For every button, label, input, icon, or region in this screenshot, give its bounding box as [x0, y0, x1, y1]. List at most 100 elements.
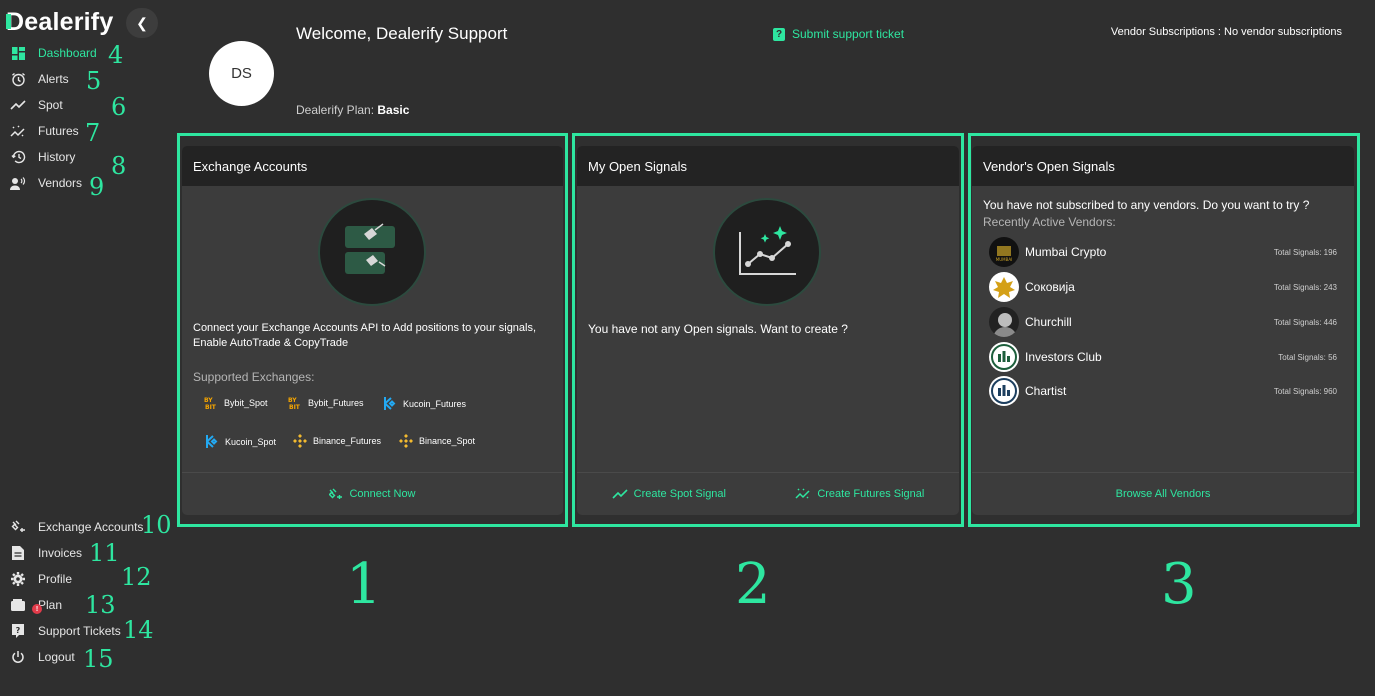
- bybit-icon: BY BIT: [288, 396, 302, 410]
- submit-ticket-label: Submit support ticket: [792, 27, 905, 41]
- wallet-icon: [10, 597, 26, 613]
- trending-up-icon: [612, 488, 628, 499]
- annotation-number: 7: [85, 119, 101, 147]
- futures-chart-icon: [10, 123, 26, 139]
- card-title: Vendor's Open Signals: [972, 146, 1354, 186]
- vendor-signal-count: Total Signals: 56: [1278, 352, 1337, 362]
- help-ticket-icon: ?: [10, 623, 26, 639]
- vendor-signal-count: Total Signals: 196: [1273, 247, 1337, 257]
- bybit-icon: BY BIT: [204, 396, 218, 410]
- svg-text:BIT: BIT: [289, 404, 301, 410]
- connect-now-button[interactable]: Connect Now: [182, 472, 563, 515]
- svg-text:MUMBAI: MUMBAI: [996, 257, 1013, 262]
- sidebar-item-label: Exchange Accounts: [38, 520, 144, 534]
- vendor-row[interactable]: Соковија Total Signals: 243: [989, 272, 1337, 302]
- submit-ticket-link[interactable]: ? Submit support ticket: [773, 27, 904, 41]
- gear-icon: [10, 571, 26, 587]
- chevron-left-icon: ❮: [136, 14, 148, 31]
- futures-chart-icon: [795, 488, 810, 499]
- logo-text: ealerify: [24, 8, 114, 36]
- annotation-number: 2: [735, 552, 771, 617]
- sidebar-item-exchange-accounts[interactable]: Exchange Accounts: [10, 517, 143, 537]
- annotation-number: 10: [141, 511, 172, 539]
- browse-all-vendors-button[interactable]: Browse All Vendors: [972, 472, 1354, 515]
- sidebar-item-history[interactable]: History: [10, 147, 75, 167]
- plan-value: Basic: [377, 103, 410, 117]
- sidebar-item-spot[interactable]: Spot: [10, 95, 63, 115]
- sidebar-item-plan[interactable]: ! Plan: [10, 595, 62, 615]
- vendor-name: Соковија: [1025, 280, 1075, 294]
- exchange-kucoin-spot: Kucoin_Spot: [204, 434, 276, 449]
- plug-illustration: [318, 198, 426, 306]
- browse-all-vendors-label: Browse All Vendors: [1115, 488, 1211, 500]
- vendor-name: Mumbai Crypto: [1025, 245, 1107, 259]
- create-spot-signal-button[interactable]: Create Spot Signal: [612, 488, 726, 500]
- sidebar-item-vendors[interactable]: Vendors: [10, 173, 82, 193]
- vendor-row[interactable]: Chartist Total Signals: 960: [989, 376, 1337, 406]
- plan-info: Dealerify Plan: Basic: [296, 103, 409, 117]
- sidebar-item-label: Futures: [38, 124, 79, 138]
- vendor-avatar: [989, 307, 1019, 337]
- annotation-number: 3: [1161, 552, 1197, 617]
- vendor-row[interactable]: Investors Club Total Signals: 56: [989, 342, 1337, 372]
- vendor-signal-count: Total Signals: 446: [1273, 317, 1337, 327]
- vendor-row[interactable]: MUMBAI Mumbai Crypto Total Signals: 196: [989, 237, 1337, 267]
- exchange-name: Bybit_Futures: [308, 398, 364, 408]
- vendor-row[interactable]: Churchill Total Signals: 446: [989, 307, 1337, 337]
- sidebar-item-label: Profile: [38, 572, 73, 586]
- vendor-name: Churchill: [1025, 315, 1072, 329]
- sidebar-item-dashboard[interactable]: Dashboard: [10, 43, 97, 63]
- vendor-signal-count: Total Signals: 243: [1273, 282, 1337, 292]
- annotation-number: 15: [83, 645, 114, 673]
- exchange-binance-futures: Binance_Futures: [293, 434, 381, 448]
- kucoin-icon: [204, 434, 219, 449]
- sidebar-item-futures[interactable]: Futures: [10, 121, 79, 141]
- sidebar-item-invoices[interactable]: Invoices: [10, 543, 82, 563]
- sidebar-item-profile[interactable]: Profile: [10, 569, 72, 589]
- card-title: Exchange Accounts: [182, 146, 563, 186]
- sidebar-item-label: History: [38, 150, 76, 164]
- vendor-subscriptions-status: Vendor Subscriptions : No vendor subscri…: [1110, 26, 1342, 38]
- annotation-number: 11: [89, 539, 120, 567]
- vendor-avatar: [989, 342, 1019, 372]
- connect-now-label: Connect Now: [349, 488, 416, 500]
- exchange-name: Binance_Futures: [313, 436, 382, 446]
- plug-icon: [10, 519, 26, 535]
- exchange-name: Kucoin_Futures: [403, 398, 467, 409]
- sidebar-item-support-tickets[interactable]: ? Support Tickets: [10, 621, 121, 641]
- sidebar-item-label: Vendors: [38, 176, 83, 190]
- trending-up-icon: [10, 97, 26, 113]
- plug-icon: [329, 488, 343, 499]
- annotation-number: 9: [89, 173, 105, 201]
- page-title: Welcome, Dealerify Support: [296, 24, 508, 43]
- binance-icon: [399, 434, 413, 448]
- create-futures-signal-button[interactable]: Create Futures Signal: [795, 488, 924, 500]
- sidebar-item-label: Dashboard: [38, 46, 97, 60]
- exchange-name: Kucoin_Spot: [225, 436, 277, 447]
- annotation-number: 6: [111, 93, 127, 121]
- dashboard-icon: [10, 45, 26, 61]
- sidebar-item-alerts[interactable]: Alerts: [10, 69, 69, 89]
- card-title: My Open Signals: [577, 146, 959, 186]
- exchange-accounts-card: Exchange Accounts Connect your Exchange …: [182, 146, 563, 515]
- create-futures-signal-label: Create Futures Signal: [817, 488, 925, 500]
- annotation-number: 14: [123, 616, 154, 644]
- svg-text:BY: BY: [204, 397, 213, 404]
- annotation-number: 13: [85, 591, 116, 619]
- brand-logo[interactable]: Dealerify: [6, 8, 113, 37]
- sidebar-item-logout[interactable]: Logout: [10, 647, 75, 667]
- binance-icon: [293, 434, 307, 448]
- annotation-number: 5: [86, 67, 102, 95]
- collapse-sidebar-button[interactable]: ❮: [126, 8, 158, 38]
- empty-signals-text: You have not any Open signals. Want to c…: [588, 322, 848, 336]
- exchange-bybit-futures: BY BIT Bybit_Futures: [288, 396, 364, 410]
- help-icon: ?: [773, 27, 785, 41]
- signal-actions: Create Spot Signal Create Futures Signal: [577, 472, 959, 515]
- avatar[interactable]: DS: [209, 41, 274, 106]
- sidebar-item-label: Alerts: [38, 72, 69, 86]
- sidebar-item-label: Logout: [38, 650, 75, 664]
- exchange-name: Bybit_Spot: [224, 398, 268, 408]
- svg-text:BY: BY: [288, 397, 297, 404]
- annotation-number: 8: [111, 152, 127, 180]
- exchange-description: Connect your Exchange Accounts API to Ad…: [193, 322, 537, 349]
